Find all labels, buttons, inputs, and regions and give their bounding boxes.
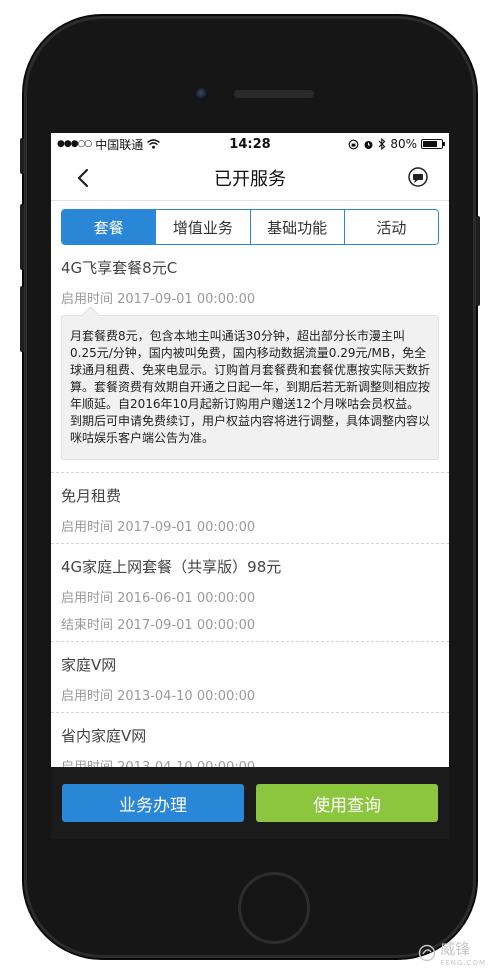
- service-name: 家庭V网: [61, 656, 117, 674]
- tab-value-added[interactable]: 增值业务: [156, 210, 251, 244]
- message-icon[interactable]: [407, 166, 429, 188]
- start-time: 启用时间 2017-09-01 00:00:00: [61, 520, 256, 535]
- end-time: 结束时间 2017-09-01 00:00:00: [61, 618, 256, 633]
- home-button[interactable]: [238, 872, 310, 944]
- start-time: 启用时间 2013-04-10 00:00:00: [61, 689, 256, 704]
- back-icon[interactable]: [73, 167, 95, 189]
- feng-logo-icon: [419, 944, 436, 961]
- wifi-icon: [147, 139, 161, 149]
- bluetooth-icon: [378, 138, 386, 150]
- business-handling-button[interactable]: 业务办理: [62, 784, 244, 822]
- service-name: 4G飞享套餐8元C: [61, 259, 178, 277]
- page-title: 已开服务: [214, 168, 286, 190]
- alarm-icon: [364, 140, 373, 149]
- tab-basic-functions[interactable]: 基础功能: [250, 210, 345, 244]
- service-list: 4G飞享套餐8元C 启用时间 2017-09-01 00:00:00 月套餐费8…: [51, 245, 449, 773]
- battery-icon: [421, 139, 445, 149]
- list-item[interactable]: 家庭V网 启用时间 2013-04-10 00:00:00: [51, 642, 449, 713]
- front-camera: [196, 88, 208, 100]
- watermark: 威锋 FENG.COM: [418, 938, 486, 967]
- usage-query-button[interactable]: 使用查询: [256, 784, 438, 822]
- list-item[interactable]: 4G飞享套餐8元C 启用时间 2017-09-01 00:00:00 月套餐费8…: [51, 245, 449, 473]
- list-item[interactable]: 4G家庭上网套餐（共享版）98元 启用时间 2016-06-01 00:00:0…: [51, 544, 449, 642]
- bottom-action-bar: 业务办理 使用查询: [51, 767, 449, 839]
- list-item[interactable]: 省内家庭V网 启用时间 2013-04-10 00:00:00: [51, 713, 449, 773]
- earpiece-speaker: [234, 90, 314, 98]
- start-time: 启用时间 2016-06-01 00:00:00: [61, 591, 256, 606]
- volume-up-button: [20, 204, 24, 270]
- tab-activities[interactable]: 活动: [344, 210, 438, 244]
- service-description: 月套餐费8元，包含本地主叫通话30分钟，超出部分长市漫主叫0.25元/分钟，国内…: [61, 315, 439, 460]
- clock: 14:28: [229, 136, 271, 152]
- list-item[interactable]: 免月租费 启用时间 2017-09-01 00:00:00: [51, 473, 449, 544]
- service-name: 4G家庭上网套餐（共享版）98元: [61, 558, 282, 576]
- tab-package[interactable]: 套餐: [62, 210, 157, 244]
- service-name: 免月租费: [61, 487, 122, 505]
- start-time: 启用时间 2017-09-01 00:00:00: [61, 292, 256, 307]
- tabs-container: 套餐 增值业务 基础功能 活动: [51, 201, 449, 245]
- power-button: [476, 216, 480, 306]
- watermark-sub: FENG.COM: [440, 959, 486, 967]
- battery-percent: 80%: [390, 137, 417, 151]
- status-bar: ●●●○○ 中国联通 14:28 80%: [51, 133, 449, 155]
- app-screen: ●●●○○ 中国联通 14:28 80% 已开服务 套餐 增值业务 基础功能 活…: [51, 133, 449, 839]
- nav-bar: 已开服务: [51, 155, 449, 201]
- silent-switch: [20, 138, 24, 174]
- carrier-name: 中国联通: [95, 137, 144, 152]
- service-name: 省内家庭V网: [61, 727, 147, 745]
- lock-rotation-icon: [348, 139, 359, 149]
- category-tabs: 套餐 增值业务 基础功能 活动: [61, 209, 439, 245]
- watermark-text: 威锋: [440, 940, 471, 958]
- signal-icon: ●●●○○: [57, 139, 92, 149]
- volume-down-button: [20, 286, 24, 352]
- battery-level: [423, 141, 438, 147]
